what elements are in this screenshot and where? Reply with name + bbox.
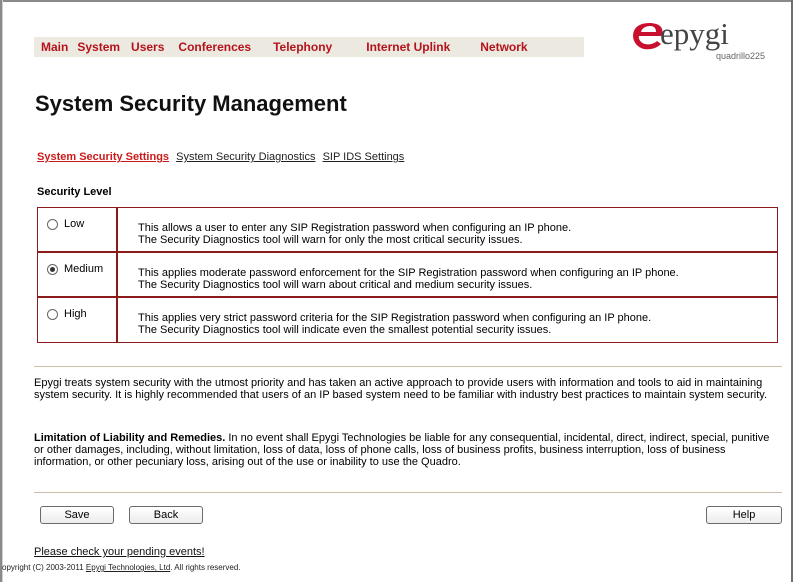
window-left-border-inner: [2, 0, 3, 582]
divider: [34, 492, 782, 493]
pending-events-link[interactable]: Please check your pending events!: [34, 546, 205, 558]
epygi-technologies-link[interactable]: Epygi Technologies, Ltd: [86, 563, 170, 572]
security-level-option-low[interactable]: Low: [38, 208, 118, 251]
logo-wordmark: epygi: [660, 16, 729, 51]
security-level-medium-description: This applies moderate password enforceme…: [118, 253, 679, 296]
back-button[interactable]: Back: [129, 506, 203, 524]
description-line: This allows a user to enter any SIP Regi…: [138, 222, 572, 234]
menu-conferences[interactable]: Conferences: [178, 40, 251, 54]
tab-system-security-settings[interactable]: System Security Settings: [37, 151, 169, 163]
radio-high-label: High: [64, 308, 87, 320]
security-level-heading: Security Level: [37, 186, 112, 198]
tab-sip-ids-settings[interactable]: SIP IDS Settings: [323, 151, 405, 163]
window-top-border: [0, 0, 793, 2]
radio-low[interactable]: [47, 219, 58, 230]
radio-medium[interactable]: [47, 264, 58, 275]
menu-system[interactable]: System: [77, 40, 120, 54]
menu-main[interactable]: Main: [41, 40, 68, 54]
security-level-option-medium[interactable]: Medium: [38, 253, 118, 296]
device-model-label: quadrillo225: [716, 51, 766, 61]
menu-telephony[interactable]: Telephony: [273, 40, 332, 54]
menu-network[interactable]: Network: [480, 40, 527, 54]
copyright-footer: opyright (C) 2003-2011 Epygi Technologie…: [2, 563, 241, 572]
tab-system-security-diagnostics[interactable]: System Security Diagnostics: [176, 151, 315, 163]
radio-selected-dot: [50, 267, 55, 272]
description-line: The Security Diagnostics tool will warn …: [138, 279, 533, 291]
description-line: The Security Diagnostics tool will indic…: [138, 324, 552, 336]
radio-low-label: Low: [64, 218, 85, 230]
radio-medium-label: Medium: [64, 263, 104, 275]
description-line: This applies very strict password criter…: [138, 312, 652, 324]
page-title: System Security Management: [35, 91, 347, 116]
security-level-row-low: Low This allows a user to enter any SIP …: [38, 208, 777, 253]
sub-tabs: System Security Settings System Security…: [37, 151, 408, 163]
security-info-paragraph: Epygi treats system security with the ut…: [34, 377, 768, 401]
main-menu-bar: Main System Users Conferences Telephony …: [34, 37, 584, 58]
security-level-high-description: This applies very strict password criter…: [118, 298, 651, 342]
description-line: The Security Diagnostics tool will warn …: [138, 234, 523, 246]
security-level-option-high[interactable]: High: [38, 298, 118, 342]
security-level-table: Low This allows a user to enter any SIP …: [37, 207, 778, 343]
radio-high[interactable]: [47, 309, 58, 320]
copyright-prefix: opyright (C) 2003-2011: [2, 563, 86, 572]
help-button[interactable]: Help: [706, 506, 782, 524]
epygi-logo: epygi quadrillo225: [630, 16, 770, 66]
save-button[interactable]: Save: [40, 506, 114, 524]
liability-title: Limitation of Liability and Remedies.: [34, 432, 226, 444]
menu-users[interactable]: Users: [131, 40, 164, 54]
liability-paragraph: Limitation of Liability and Remedies. In…: [34, 432, 780, 468]
copyright-suffix: . All rights reserved.: [170, 563, 241, 572]
security-level-row-medium: Medium This applies moderate password en…: [38, 253, 777, 298]
security-level-low-description: This allows a user to enter any SIP Regi…: [118, 208, 571, 251]
epygi-logo-mark: [633, 22, 663, 50]
security-level-row-high: High This applies very strict password c…: [38, 298, 777, 342]
divider: [34, 366, 782, 367]
menu-internet-uplink[interactable]: Internet Uplink: [366, 40, 450, 54]
description-line: This applies moderate password enforceme…: [138, 267, 679, 279]
